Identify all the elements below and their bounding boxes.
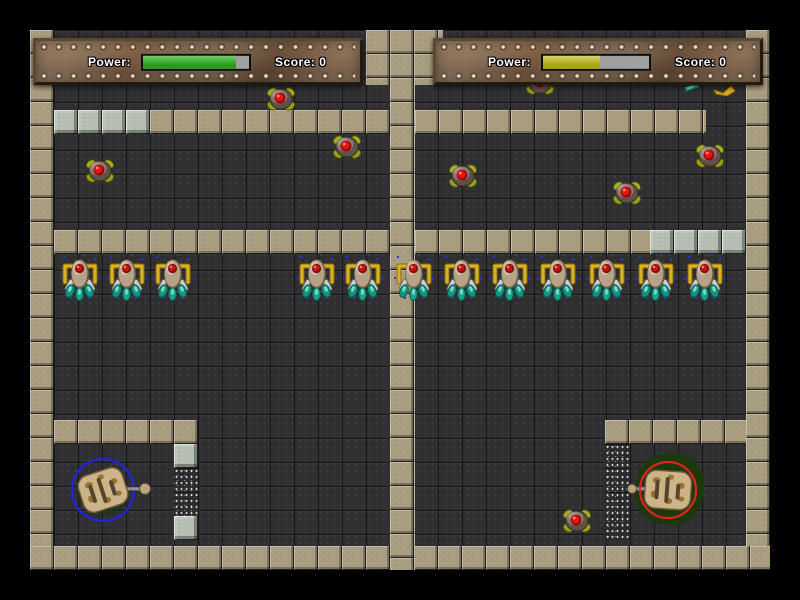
player-2-vehicle — [598, 448, 718, 532]
score-label: Score: 0 — [275, 54, 327, 69]
enemy-ship — [341, 253, 385, 301]
power-label: Power: — [488, 54, 532, 69]
hud-panel-player1: Power: Score: 0 — [33, 38, 363, 85]
score-label: Score: 0 — [675, 54, 727, 69]
game-window[interactable]: Power: Score: 0 Power: Score: 0 — [0, 0, 800, 600]
enemy-ship — [295, 253, 339, 301]
enemy-bug — [612, 179, 642, 207]
enemy-bug — [695, 142, 725, 170]
rivet-row — [41, 72, 355, 80]
wall-stone — [30, 30, 54, 570]
wall-metal — [54, 110, 150, 134]
enemy-ship — [634, 253, 678, 301]
wall-stone — [150, 110, 390, 134]
power-bar-fill — [543, 55, 601, 69]
enemy-ship — [392, 253, 436, 301]
enemy-bug — [562, 507, 592, 535]
wall-stone — [54, 420, 198, 444]
wall-stone — [54, 230, 390, 254]
power-bar-fill — [143, 55, 237, 69]
enemy-bug — [332, 133, 362, 161]
hud-content: Power: Score: 0 — [436, 53, 760, 71]
wall-stone — [746, 30, 770, 570]
enemy-bug — [448, 162, 478, 190]
power-bar — [141, 53, 252, 71]
wall-sand — [174, 468, 198, 516]
player-1-vehicle — [53, 448, 173, 532]
enemy-ship — [585, 253, 629, 301]
rivet-row — [441, 43, 755, 51]
enemy-ship — [105, 253, 149, 301]
enemy-ship — [536, 253, 580, 301]
enemy-ship — [683, 253, 727, 301]
enemy-ship — [440, 253, 484, 301]
enemy-bug — [266, 85, 296, 113]
gold-hook — [712, 83, 738, 99]
enemy-ship — [488, 253, 532, 301]
enemy-ship — [151, 253, 195, 301]
wall-stone — [415, 110, 706, 134]
rivet-row — [41, 43, 355, 51]
power-label: Power: — [88, 54, 132, 69]
enemy-ship — [58, 253, 102, 301]
wall-stone — [605, 420, 746, 444]
wall-metal — [174, 444, 198, 468]
wall-metal — [174, 516, 198, 540]
enemy-bug — [85, 157, 115, 185]
hud-content: Power: Score: 0 — [36, 53, 360, 71]
hud-panel-player2: Power: Score: 0 — [433, 38, 763, 85]
wall-stone — [415, 230, 650, 254]
wall-metal — [650, 230, 746, 254]
power-bar — [541, 53, 652, 71]
rivet-row — [441, 72, 755, 80]
